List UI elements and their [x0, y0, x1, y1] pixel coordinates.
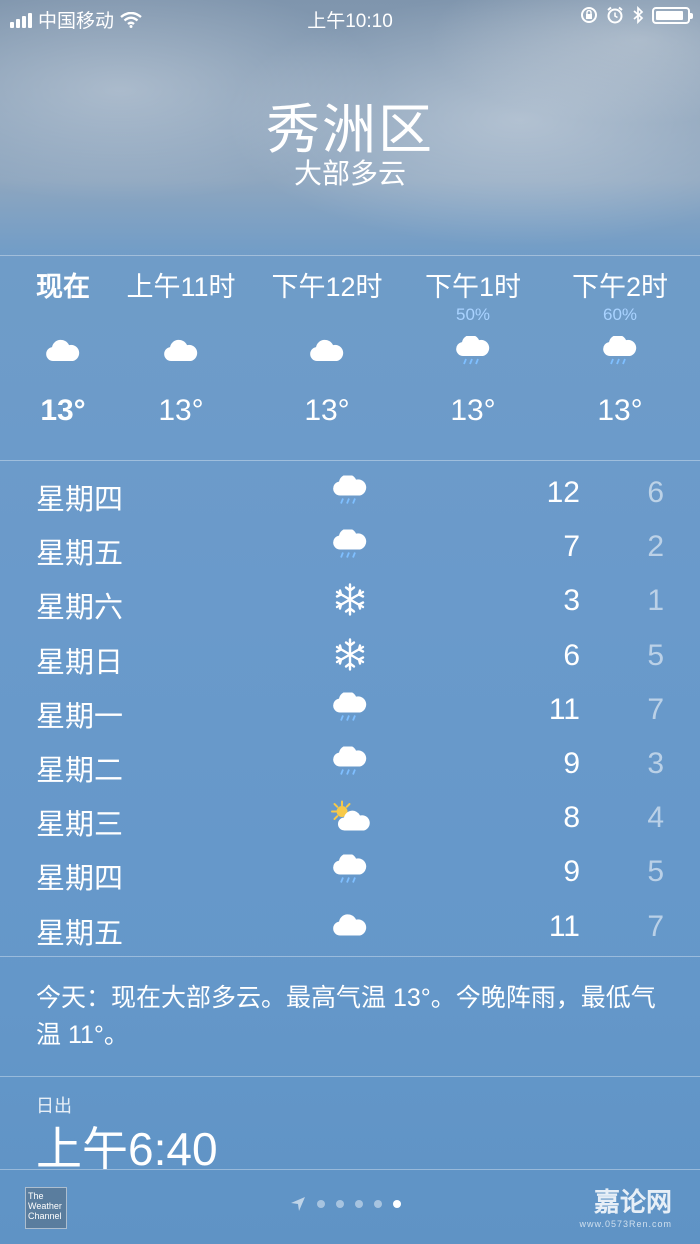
- divider: [0, 956, 700, 957]
- today-summary: 今天：现在大部多云。最高气温 13°。今晚阵雨，最低气温 11°。: [36, 984, 656, 1049]
- bluetooth-icon: [633, 6, 644, 24]
- high-temp: 3: [563, 584, 580, 618]
- rain-icon: [332, 745, 368, 783]
- daily-row: 星期四 9 5: [0, 846, 700, 900]
- low-temp: 7: [647, 692, 664, 726]
- page-dot-active: [393, 1200, 401, 1208]
- hourly-item: 下午1时 50% 13°: [398, 270, 548, 428]
- day-name: 星期五: [36, 917, 124, 950]
- day-name: 星期日: [36, 646, 124, 679]
- page-dot: [374, 1200, 382, 1208]
- hour-label: 上午11时: [126, 272, 236, 302]
- day-name: 星期三: [36, 809, 124, 842]
- watermark-url: www.0573Ren.com: [579, 1219, 672, 1229]
- day-name: 星期六: [36, 592, 124, 625]
- high-temp: 9: [563, 855, 580, 889]
- hourly-item: 下午12时 13°: [252, 270, 402, 428]
- hour-temp: 13°: [597, 394, 643, 427]
- battery-icon: [652, 6, 693, 24]
- rain-icon: [332, 691, 368, 729]
- day-name: 星期五: [36, 538, 124, 571]
- low-temp: 7: [647, 909, 664, 943]
- hour-temp: 13°: [450, 394, 496, 427]
- daily-forecast[interactable]: 星期四 12 6 星期五 7 2 星期六 3 1 星期日 6 5 星期一 11 …: [0, 467, 700, 955]
- watermark-text: 嘉论网: [593, 1187, 672, 1217]
- precip-chance: [106, 304, 256, 326]
- low-temp: 5: [647, 855, 664, 889]
- low-temp: 6: [647, 476, 664, 509]
- low-temp: 4: [647, 801, 664, 835]
- rain-icon: [332, 853, 368, 892]
- day-name: 星期四: [36, 863, 124, 896]
- precip-chance: 60%: [602, 305, 638, 324]
- weather-channel-logo[interactable]: The Weather Channel: [25, 1187, 67, 1229]
- rain-icon: [332, 474, 368, 513]
- divider: [0, 460, 700, 461]
- hour-temp: 13°: [304, 394, 350, 427]
- high-temp: 11: [548, 692, 580, 726]
- rain-icon: [545, 326, 695, 376]
- current-condition: 大部多云: [293, 158, 406, 189]
- hourly-forecast[interactable]: 现在 13° 上午11时 13° 下午12时 13° 下午1时 50% 13° …: [0, 270, 700, 445]
- cloud-icon: [106, 326, 256, 376]
- daily-row: 星期日 6 5: [0, 630, 700, 684]
- page-dot: [336, 1200, 344, 1208]
- precip-chance: [252, 304, 402, 326]
- daily-row: 星期五 7 2: [0, 521, 700, 575]
- snow-icon: [332, 636, 368, 677]
- status-bar: 中国移动 上午10:10: [0, 0, 700, 36]
- divider: [0, 1076, 700, 1077]
- hour-label: 下午1时: [424, 272, 522, 302]
- high-temp: 6: [563, 638, 580, 672]
- snow-icon: [332, 582, 368, 623]
- high-temp: 7: [563, 530, 580, 564]
- status-right: [580, 6, 693, 24]
- cloud-icon: [332, 912, 368, 943]
- daily-row: 星期一 11 7: [0, 684, 700, 738]
- hour-temp: 13°: [158, 394, 204, 427]
- day-name: 星期四: [36, 484, 124, 516]
- daily-row: 星期三 8 4: [0, 792, 700, 846]
- alarm-icon: [607, 6, 623, 24]
- hour-label: 下午2时: [571, 272, 669, 302]
- page-dot: [355, 1200, 363, 1208]
- divider: [0, 255, 700, 256]
- page-indicator[interactable]: [290, 1196, 401, 1212]
- low-temp: 2: [647, 530, 664, 564]
- footer-bar: The Weather Channel 嘉论网 www.0573Ren.com: [0, 1170, 700, 1244]
- high-temp: 12: [546, 476, 580, 509]
- precip-chance: 50%: [455, 305, 491, 324]
- watermark: 嘉论网 www.0573Ren.com: [579, 1182, 672, 1229]
- high-temp: 8: [563, 801, 580, 835]
- hourly-item: 上午11时 13°: [106, 270, 256, 428]
- high-temp: 11: [548, 909, 580, 943]
- daily-row: 星期四 12 6: [0, 467, 700, 521]
- daily-row: 星期二 9 3: [0, 738, 700, 792]
- high-temp: 9: [563, 746, 580, 780]
- partly-sunny-icon: [327, 799, 373, 840]
- daily-row: 星期六 3 1: [0, 575, 700, 629]
- daily-row: 星期五 11 7: [0, 901, 700, 955]
- rain-icon: [332, 528, 368, 567]
- rain-icon: [398, 326, 548, 376]
- low-temp: 1: [647, 584, 664, 618]
- day-name: 星期一: [36, 700, 124, 733]
- cloud-icon: [252, 326, 402, 376]
- low-temp: 5: [647, 638, 664, 672]
- rotation-lock-icon: [581, 7, 597, 23]
- location-arrow-icon: [291, 1197, 305, 1211]
- page-dot: [317, 1200, 325, 1208]
- hour-label: 下午12时: [271, 272, 383, 302]
- low-temp: 3: [647, 746, 664, 780]
- hourly-item: 下午2时 60% 13°: [545, 270, 695, 428]
- day-name: 星期二: [36, 754, 124, 787]
